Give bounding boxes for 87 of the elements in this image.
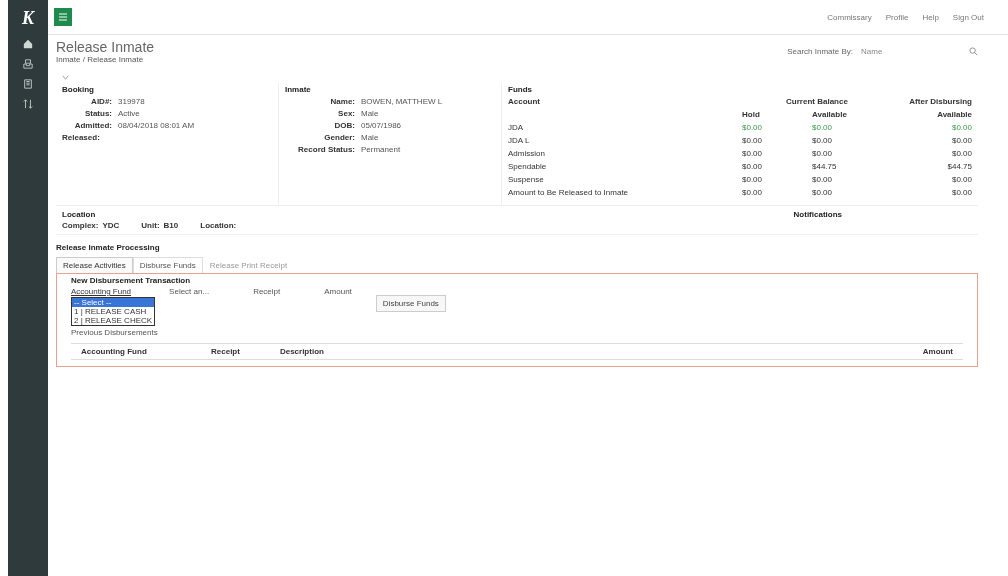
field-value: 08/04/2018 08:01 AM (118, 121, 196, 130)
table-cell-text: $44.75 (946, 162, 972, 171)
search-label: Search Inmate By: (787, 47, 853, 56)
column-header: Receipt (211, 347, 240, 356)
field-value: 319978 (118, 97, 146, 106)
field-value: BOWEN, MATTHEW L (361, 97, 444, 106)
field-value: Permanent (361, 145, 402, 154)
panel-heading: Funds (508, 85, 533, 94)
table-cell-text: $0.00 (950, 175, 972, 184)
field-label: Receipt (253, 287, 281, 296)
panel-heading: Notifications (793, 210, 842, 221)
search-icon[interactable] (969, 47, 978, 56)
dropdown-option[interactable]: -- Select -- (72, 298, 155, 307)
table-cell-text: Admission (508, 149, 546, 158)
column-header: Accounting Fund (81, 347, 148, 356)
field-label: Gender: (323, 133, 355, 142)
field-label: Record Status: (297, 145, 355, 154)
table-cell-text: Suspense (508, 175, 545, 184)
table-cell-text: $0.00 (812, 136, 834, 145)
table-cell-text: $0.00 (742, 136, 764, 145)
field-label: Unit: (141, 221, 160, 230)
tab[interactable]: Disburse Funds (132, 257, 203, 273)
nav-link[interactable]: Profile (885, 12, 909, 22)
dropdown-option[interactable]: 2 | RELEASE CHECK (72, 316, 155, 325)
nav-link[interactable]: Help (922, 12, 939, 22)
table-cell-text: JDA (508, 123, 525, 132)
field-label: AID#: (90, 97, 112, 106)
breadcrumb: Inmate / Release Inmate (56, 55, 145, 64)
field-label: Complex: (62, 221, 99, 230)
nav-link[interactable]: Commissary (827, 12, 872, 22)
table-cell-text: JDA L (508, 136, 531, 145)
nav-link[interactable]: Sign Out (952, 12, 984, 22)
column-header: Account (508, 97, 541, 106)
table-cell-text: $0.00 (950, 123, 972, 132)
field-label: Accounting Fund (71, 287, 133, 296)
field-label: Name: (329, 97, 355, 106)
field-value: Male (361, 109, 380, 118)
section-heading: Release Inmate Processing (56, 243, 161, 252)
table-cell-text: $0.00 (950, 136, 972, 145)
dropdown-list[interactable]: -- Select -- 1 | RELEASE CASH 2 | RELEASE CHECK (71, 297, 156, 326)
table-cell-text: $0.00 (812, 188, 834, 197)
table-cell-text: $0.00 (742, 123, 764, 132)
panel-heading: Inmate (285, 85, 312, 94)
column-header: Current Balance (785, 97, 849, 106)
table-cell-text: Spendable (508, 162, 548, 171)
page-title: Release Inmate (56, 39, 155, 55)
table-cell-text: $0.00 (950, 188, 972, 197)
menu-icon (58, 12, 68, 22)
table-cell-text: Amount to Be Released to Inmate (508, 188, 630, 197)
disburse-button[interactable]: Disburse Funds (375, 295, 446, 312)
table-cell-text: $44.75 (812, 162, 838, 171)
field-value: Male (361, 133, 380, 142)
column-header: Hold (742, 110, 761, 119)
table-cell-text: $0.00 (812, 123, 834, 132)
logo: K (22, 8, 34, 29)
field-label: Status: (83, 109, 112, 118)
table-cell-text: $0.00 (742, 162, 764, 171)
panel-heading: Booking (62, 85, 95, 94)
field-label: Location: (200, 221, 237, 230)
field-value: Active (118, 109, 141, 118)
section-label: Previous Disbursements (71, 328, 159, 337)
field-label: Amount (324, 287, 352, 296)
dropdown-option[interactable]: 1 | RELEASE CASH (72, 307, 155, 316)
table-cell-text: $0.00 (812, 149, 834, 158)
section-heading: New Disbursement Transaction (71, 276, 192, 285)
column-header: Description (279, 347, 324, 356)
field-value: YDC (102, 221, 120, 230)
column-header: After Disbursing (908, 97, 972, 106)
field-label: Sex: (337, 109, 355, 118)
field-label: Admitted: (73, 121, 112, 130)
table-cell-text: $0.00 (742, 149, 764, 158)
table-cell-text: $0.00 (742, 175, 764, 184)
table-cell-text: $0.00 (742, 188, 764, 197)
tab[interactable]: Release Activities (56, 257, 133, 273)
select-value[interactable]: Select an... (169, 287, 210, 296)
column-header: Amount (922, 347, 953, 356)
field-value: B10 (163, 221, 179, 230)
arrows-icon[interactable] (23, 99, 33, 109)
field-label: Released: (62, 133, 101, 142)
table-cell-text: $0.00 (950, 149, 972, 158)
field-value: 05/07/1986 (361, 121, 403, 130)
column-header: Available (936, 110, 972, 119)
column-header: Available (812, 110, 848, 119)
home-icon[interactable] (23, 39, 33, 49)
table-cell-text: $0.00 (812, 175, 834, 184)
panel-heading: Location (62, 210, 97, 219)
field-label: DOB: (333, 121, 355, 130)
